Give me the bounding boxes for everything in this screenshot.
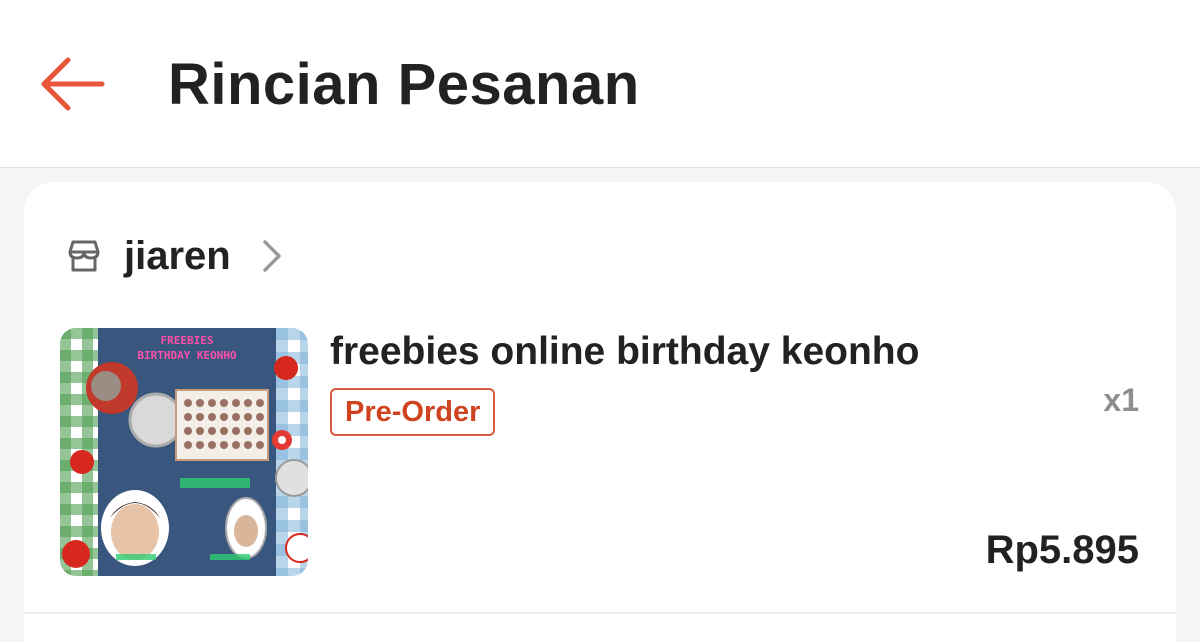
product-image: FREEBIES BIRTHDAY KEONHO: [60, 328, 308, 576]
product-name[interactable]: freebies online birthday keonho: [330, 328, 919, 376]
svg-text:BIRTHDAY KEONHO: BIRTHDAY KEONHO: [137, 349, 237, 362]
product-thumbnail[interactable]: FREEBIES BIRTHDAY KEONHO: [60, 328, 308, 576]
shop-name: jiaren: [124, 233, 231, 278]
arrow-left-icon: [41, 57, 105, 111]
top-app-bar: Rincian Pesanan: [0, 0, 1200, 168]
quantity-label: x1: [1103, 382, 1139, 418]
price-label: Rp5.895: [985, 528, 1139, 572]
order-card: jiaren FREEBIES BIRTHDAY KEONHO freebies…: [24, 182, 1176, 642]
preorder-badge: Pre-Order: [330, 388, 496, 436]
back-button[interactable]: [38, 54, 108, 114]
svg-text:FREEBIES: FREEBIES: [161, 334, 214, 347]
divider: [24, 612, 1176, 614]
shop-link[interactable]: jiaren: [64, 232, 283, 280]
page-title: Rincian Pesanan: [168, 52, 640, 117]
chevron-right-icon: [262, 240, 281, 272]
store-icon: [68, 240, 100, 272]
